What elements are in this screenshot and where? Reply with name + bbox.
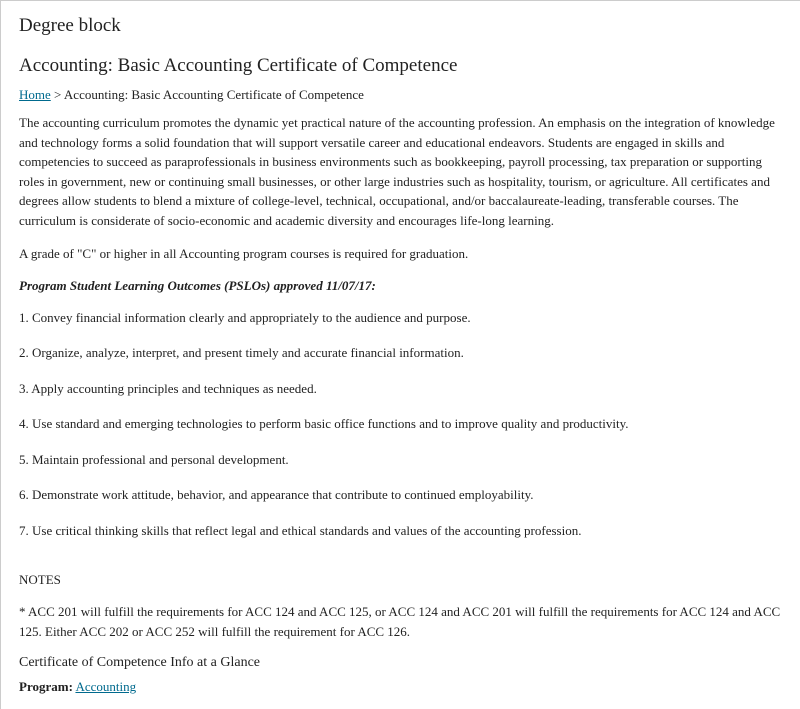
intro-paragraph: The accounting curriculum promotes the d… (19, 113, 782, 230)
notes-text: * ACC 201 will fulfill the requirements … (19, 602, 782, 641)
breadcrumb-home-link[interactable]: Home (19, 87, 51, 102)
breadcrumb: Home > Accounting: Basic Accounting Cert… (19, 87, 782, 103)
pslo-item: 5. Maintain professional and personal de… (19, 450, 782, 470)
program-label: Program: (19, 679, 73, 694)
program-link[interactable]: Accounting (75, 679, 136, 694)
breadcrumb-separator: > (54, 87, 61, 102)
pslo-item: 6. Demonstrate work attitude, behavior, … (19, 485, 782, 505)
pslo-heading: Program Student Learning Outcomes (PSLOs… (19, 278, 782, 294)
pslo-item: 4. Use standard and emerging technologie… (19, 414, 782, 434)
pslo-item: 1. Convey financial information clearly … (19, 308, 782, 328)
notes-heading: NOTES (19, 572, 782, 588)
grade-requirement: A grade of "C" or higher in all Accounti… (19, 244, 782, 264)
program-row: Program: Accounting (19, 679, 782, 695)
pslo-item: 2. Organize, analyze, interpret, and pre… (19, 343, 782, 363)
pslo-item: 7. Use critical thinking skills that ref… (19, 521, 782, 541)
glance-title: Certificate of Competence Info at a Glan… (19, 655, 782, 671)
pslo-item: 3. Apply accounting principles and techn… (19, 379, 782, 399)
breadcrumb-current: Accounting: Basic Accounting Certificate… (64, 87, 364, 102)
section-title: Degree block (19, 15, 782, 37)
page-title: Accounting: Basic Accounting Certificate… (19, 55, 782, 77)
